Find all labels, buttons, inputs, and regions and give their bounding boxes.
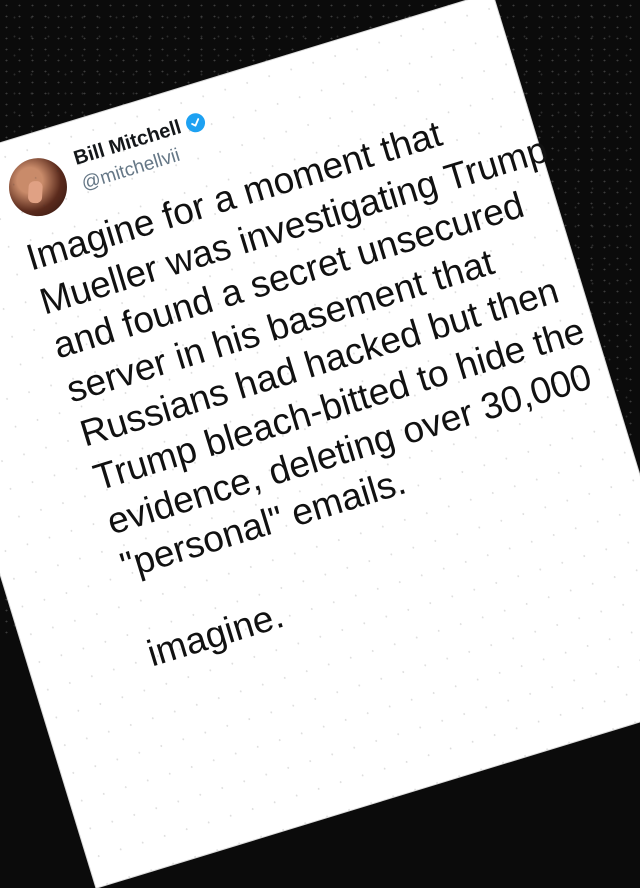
avatar[interactable] bbox=[1, 150, 75, 224]
author-info: Bill Mitchell @mitchellvii bbox=[71, 109, 216, 196]
verified-badge-icon bbox=[183, 110, 208, 135]
